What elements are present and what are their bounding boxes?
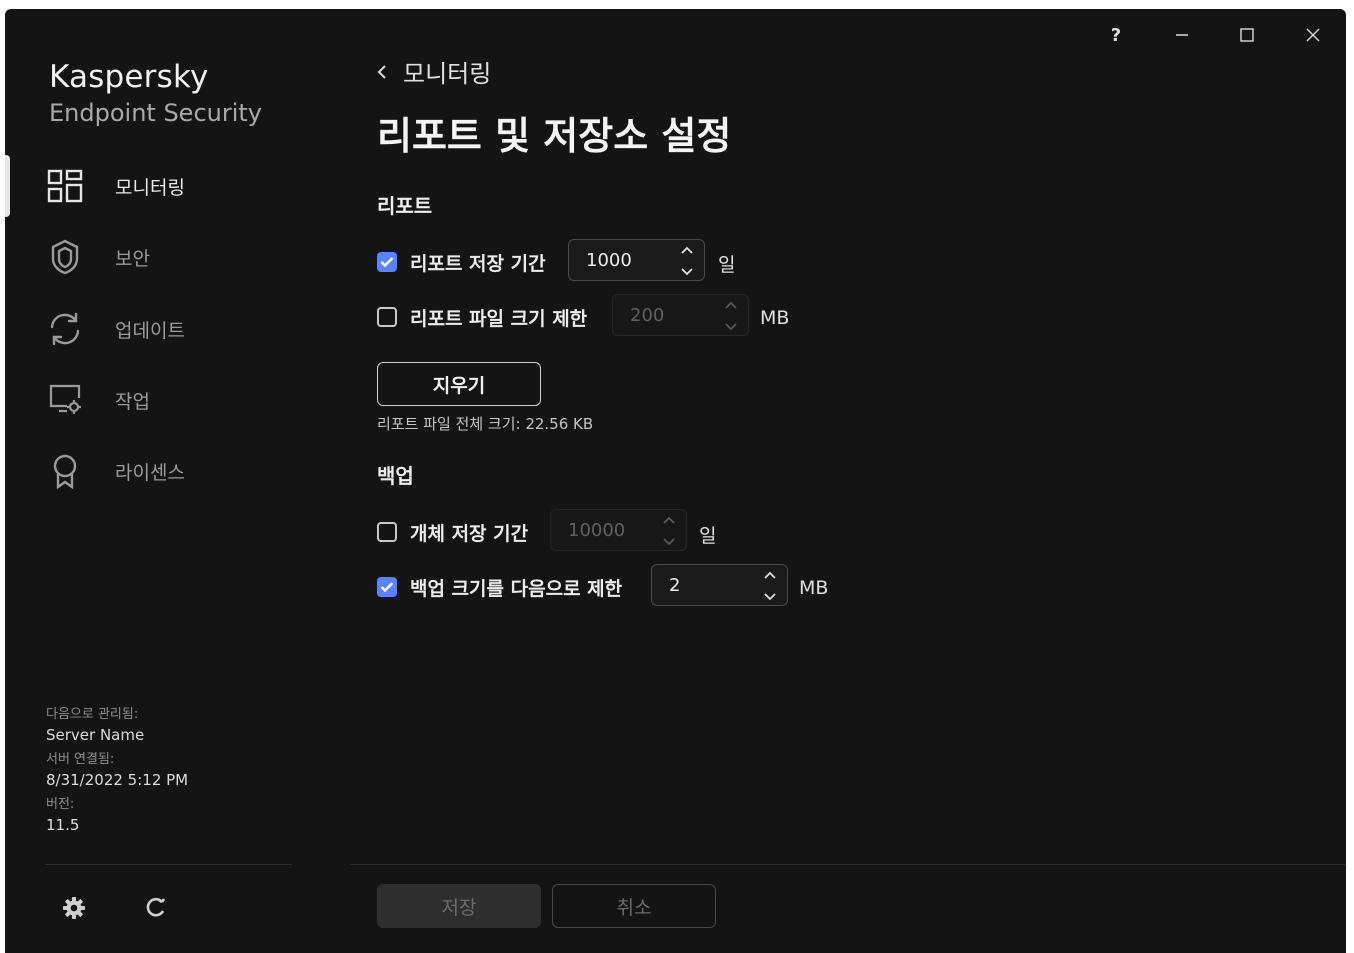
chevron-up-icon xyxy=(725,301,737,309)
page-title: 리포트 및 저장소 설정 xyxy=(377,114,732,158)
managed-by-value: Server Name xyxy=(46,726,145,744)
back-label: 모니터링 xyxy=(403,60,492,88)
backup-retention-checkbox[interactable] xyxy=(377,522,397,542)
license-icon xyxy=(45,451,85,491)
sidebar-item-label: 모니터링 xyxy=(115,177,185,199)
backup-retention-input[interactable]: 10000 xyxy=(550,509,687,551)
report-retention-unit: 일 xyxy=(718,254,736,276)
spin-arrows[interactable] xyxy=(724,301,738,331)
backup-size-limit-value: 2 xyxy=(669,574,681,596)
report-retention-value: 1000 xyxy=(586,249,632,271)
support-button[interactable] xyxy=(140,893,170,923)
backup-retention-value: 10000 xyxy=(568,519,626,541)
close-icon xyxy=(1306,28,1320,42)
shield-icon xyxy=(45,237,85,277)
chevron-left-icon xyxy=(377,64,386,79)
clear-reports-button[interactable]: 지우기 xyxy=(377,362,541,406)
managed-by: 다음으로 관리됨: Server Name 서버 연결됨: 8/31/2022 … xyxy=(46,703,188,834)
support-icon xyxy=(146,897,166,917)
chevron-down-icon xyxy=(681,268,693,276)
sidebar-item-update[interactable]: 업데이트 xyxy=(5,300,345,356)
chevron-up-icon xyxy=(663,516,675,524)
help-button[interactable]: ? xyxy=(1096,21,1136,49)
maximize-button[interactable] xyxy=(1227,21,1267,49)
server-connected-label: 서버 연결됨: xyxy=(46,752,115,767)
close-button[interactable] xyxy=(1293,21,1333,49)
sidebar-item-label: 업데이트 xyxy=(115,320,185,342)
backup-section-title: 백업 xyxy=(377,464,414,488)
chevron-down-icon xyxy=(764,593,776,601)
app-window: ? Kaspersky Endpoint Security 모니터링 보안 업데… xyxy=(5,9,1346,953)
chevron-down-icon xyxy=(725,323,737,331)
report-size-limit-checkbox[interactable] xyxy=(377,307,397,327)
report-retention-row: 리포트 저장 기간 xyxy=(377,240,546,284)
help-label: ? xyxy=(1110,24,1122,46)
monitoring-icon xyxy=(45,166,85,206)
chevron-up-icon xyxy=(764,571,776,579)
sidebar-item-security[interactable]: 보안 xyxy=(5,228,345,284)
back-link[interactable]: 모니터링 xyxy=(375,54,491,89)
minimize-button[interactable] xyxy=(1162,21,1202,49)
version-label: 버전: xyxy=(46,797,75,812)
brand-name: Kaspersky xyxy=(49,59,209,95)
maximize-icon xyxy=(1240,28,1254,42)
report-size-limit-unit: MB xyxy=(760,307,790,329)
gear-icon xyxy=(63,897,85,919)
brand-subtitle: Endpoint Security xyxy=(49,99,262,127)
settings-button[interactable] xyxy=(59,893,89,923)
sidebar-item-label: 보안 xyxy=(115,248,150,270)
sidebar-item-label: 작업 xyxy=(115,391,150,413)
server-connected-value: 8/31/2022 5:12 PM xyxy=(46,771,189,789)
backup-retention-row: 개체 저장 기간 xyxy=(377,510,528,554)
save-button[interactable]: 저장 xyxy=(377,884,541,928)
reports-section-title: 리포트 xyxy=(377,194,433,218)
sidebar-item-monitoring[interactable]: 모니터링 xyxy=(5,157,345,213)
report-size-limit-label: 리포트 파일 크기 제한 xyxy=(410,307,588,330)
chevron-down-icon xyxy=(663,538,675,546)
spin-arrows[interactable] xyxy=(763,571,777,601)
report-size-limit-value: 200 xyxy=(630,304,665,326)
backup-size-limit-unit: MB xyxy=(799,577,829,599)
cancel-button[interactable]: 취소 xyxy=(552,884,716,928)
spin-arrows[interactable] xyxy=(680,246,694,276)
check-icon xyxy=(380,582,394,593)
sidebar-divider xyxy=(45,864,292,865)
refresh-icon xyxy=(45,309,85,349)
sidebar-item-license[interactable]: 라이센스 xyxy=(5,442,345,498)
report-retention-label: 리포트 저장 기간 xyxy=(410,252,546,275)
chevron-up-icon xyxy=(681,246,693,254)
check-icon xyxy=(380,257,394,268)
backup-size-limit-checkbox[interactable] xyxy=(377,577,397,597)
task-monitor-icon xyxy=(45,380,85,420)
report-total-size: 리포트 파일 전체 크기: 22.56 KB xyxy=(377,415,594,433)
backup-size-limit-input[interactable]: 2 xyxy=(651,564,788,606)
version-value: 11.5 xyxy=(46,816,80,834)
report-retention-input[interactable]: 1000 xyxy=(568,239,705,281)
spin-arrows[interactable] xyxy=(662,516,676,546)
footer-divider xyxy=(350,864,1346,865)
sidebar-item-label: 라이센스 xyxy=(115,462,185,484)
report-size-limit-input[interactable]: 200 xyxy=(612,294,749,336)
managed-by-label: 다음으로 관리됨: xyxy=(46,707,139,722)
backup-size-limit-row: 백업 크기를 다음으로 제한 xyxy=(377,565,622,609)
sidebar-item-tasks[interactable]: 작업 xyxy=(5,371,345,427)
backup-retention-unit: 일 xyxy=(699,525,717,547)
minimize-icon xyxy=(1176,34,1188,36)
report-retention-checkbox[interactable] xyxy=(377,252,397,272)
backup-retention-label: 개체 저장 기간 xyxy=(410,522,529,545)
backup-size-limit-label: 백업 크기를 다음으로 제한 xyxy=(410,577,623,600)
report-size-limit-row: 리포트 파일 크기 제한 xyxy=(377,295,587,339)
